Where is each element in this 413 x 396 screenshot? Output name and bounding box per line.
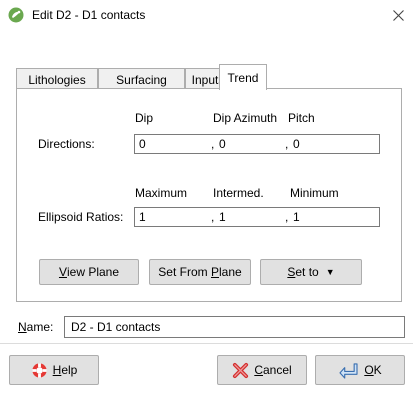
directions-label: Directions: <box>38 137 95 151</box>
separator: , <box>211 210 215 224</box>
pitch-value: 0 <box>293 137 300 151</box>
app-icon <box>8 7 24 23</box>
dip-azimuth-value: 0 <box>219 137 226 151</box>
maximum-header: Maximum <box>135 186 188 200</box>
minimum-header: Minimum <box>290 186 339 200</box>
trend-panel: Dip Dip Azimuth Pitch Directions: 0 , 0 … <box>16 88 402 302</box>
button-label: iew Plane <box>66 265 120 279</box>
separator: , <box>285 137 289 151</box>
button-label: K <box>373 363 382 377</box>
directions-field[interactable]: 0 , 0 , 0 <box>134 134 380 154</box>
label-text: ame: <box>26 320 54 334</box>
ellipsoid-ratios-field[interactable]: 1 , 1 , 1 <box>134 207 380 227</box>
cancel-button[interactable]: Cancel <box>217 355 307 385</box>
view-plane-button[interactable]: View Plane <box>39 259 139 285</box>
separator: , <box>285 210 289 224</box>
tab-trend[interactable]: Trend <box>219 64 267 90</box>
close-icon <box>392 9 404 21</box>
button-label: lane <box>219 265 242 279</box>
mnemonic: P <box>210 265 219 279</box>
set-from-plane-button[interactable]: Set From Plane <box>149 259 251 285</box>
button-label: et to <box>295 265 319 279</box>
button-label: ancel <box>262 363 292 377</box>
mnemonic: H <box>52 363 62 377</box>
minimum-value: 1 <box>293 210 300 224</box>
mnemonic: V <box>58 265 67 279</box>
tab-lithologies[interactable]: Lithologies <box>16 68 98 90</box>
tab-label: Trend <box>227 70 259 85</box>
tab-label: Lithologies <box>28 72 86 87</box>
set-to-button[interactable]: Set to ▼ <box>260 259 362 285</box>
mnemonic: C <box>254 363 263 377</box>
dip-header: Dip <box>135 111 154 125</box>
lifebuoy-icon <box>31 362 48 379</box>
name-label: Name: <box>18 320 53 334</box>
dip-value: 0 <box>139 137 146 151</box>
divider <box>0 343 413 344</box>
help-button[interactable]: Help <box>9 355 99 385</box>
intermed-header: Intermed. <box>213 186 264 200</box>
ellipsoid-ratios-label: Ellipsoid Ratios: <box>38 210 124 224</box>
title-bar: Edit D2 - D1 contacts <box>0 0 413 30</box>
close-button[interactable] <box>383 0 413 30</box>
dip-azimuth-header: Dip Azimuth <box>213 111 278 125</box>
name-input[interactable] <box>65 317 404 337</box>
button-label: Set From <box>158 265 211 279</box>
mnemonic: S <box>287 265 296 279</box>
cross-icon <box>232 362 249 379</box>
tab-label: Surfacing <box>116 72 167 87</box>
mnemonic: N <box>18 320 27 334</box>
window-title: Edit D2 - D1 contacts <box>32 8 146 22</box>
button-label: elp <box>61 363 78 377</box>
mnemonic: O <box>364 363 374 377</box>
pitch-header: Pitch <box>288 111 315 125</box>
tab-surfacing[interactable]: Surfacing <box>98 68 185 90</box>
name-field[interactable] <box>64 316 405 338</box>
chevron-down-icon: ▼ <box>325 267 335 277</box>
intermed-value: 1 <box>219 210 226 224</box>
ok-button[interactable]: OK <box>315 355 405 385</box>
separator: , <box>211 137 215 151</box>
maximum-value: 1 <box>139 210 146 224</box>
ok-arrow-icon <box>338 362 359 379</box>
